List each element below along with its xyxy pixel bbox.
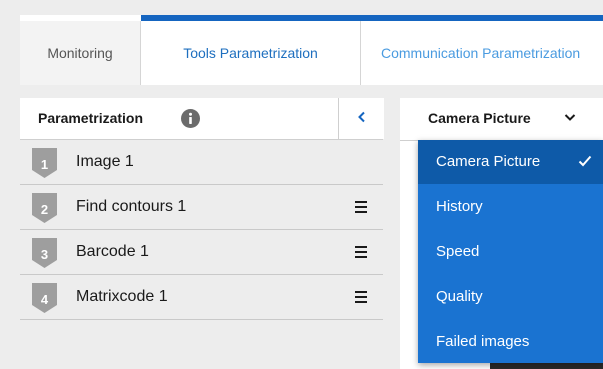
view-select-value: Camera Picture <box>428 110 531 126</box>
hamburger-menu-icon[interactable] <box>354 199 370 215</box>
dropdown-option-label: Camera Picture <box>436 153 541 170</box>
parametrization-panel: Parametrization 1 Image 1 2 Find contour… <box>20 98 384 369</box>
step-badge: 4 <box>32 283 57 313</box>
tab-tools-parametrization[interactable]: Tools Parametrization <box>141 21 361 85</box>
view-dropdown-menu: Camera Picture History Speed Quality Fai… <box>418 140 603 363</box>
collapse-panel-button[interactable] <box>338 98 384 139</box>
dropdown-option-label: Failed images <box>436 333 530 350</box>
tool-item-image[interactable]: 1 Image 1 <box>20 140 383 185</box>
tool-label: Image 1 <box>76 153 134 170</box>
step-badge: 1 <box>32 148 57 178</box>
step-badge: 3 <box>32 238 57 268</box>
tool-label: Find contours 1 <box>76 198 187 215</box>
dropdown-option-history[interactable]: History <box>418 185 603 229</box>
dropdown-option-label: Quality <box>436 288 483 305</box>
dropdown-option-label: History <box>436 198 483 215</box>
dropdown-option-speed[interactable]: Speed <box>418 230 603 274</box>
info-icon[interactable] <box>181 109 200 128</box>
parametrization-header: Parametrization <box>20 98 384 140</box>
dropdown-option-failed-images[interactable]: Failed images <box>418 320 603 364</box>
step-number: 4 <box>40 292 49 307</box>
tool-label: Barcode 1 <box>76 243 149 260</box>
hamburger-menu-icon[interactable] <box>354 289 370 305</box>
tool-label: Matrixcode 1 <box>76 288 168 305</box>
step-badge: 2 <box>32 193 57 223</box>
tool-item-barcode[interactable]: 3 Barcode 1 <box>20 230 383 275</box>
check-icon <box>578 155 592 167</box>
tool-item-matrixcode[interactable]: 4 Matrixcode 1 <box>20 275 383 320</box>
step-number: 3 <box>40 247 49 262</box>
dropdown-option-quality[interactable]: Quality <box>418 275 603 319</box>
hamburger-menu-icon[interactable] <box>354 244 370 260</box>
tool-item-find-contours[interactable]: 2 Find contours 1 <box>20 185 383 230</box>
chevron-down-icon <box>564 113 576 122</box>
view-select[interactable]: Camera Picture <box>400 98 603 141</box>
step-number: 2 <box>40 202 49 217</box>
step-number: 1 <box>40 157 49 172</box>
tab-communication-parametrization[interactable]: Communication Parametrization <box>361 21 603 85</box>
chevron-left-icon <box>357 110 367 128</box>
panel-title: Parametrization <box>38 110 144 126</box>
dropdown-option-label: Speed <box>436 243 480 260</box>
dropdown-option-camera-picture[interactable]: Camera Picture <box>418 140 603 184</box>
tab-monitoring[interactable]: Monitoring <box>20 21 141 85</box>
tab-bar: Monitoring Tools Parametrization Communi… <box>20 15 603 85</box>
